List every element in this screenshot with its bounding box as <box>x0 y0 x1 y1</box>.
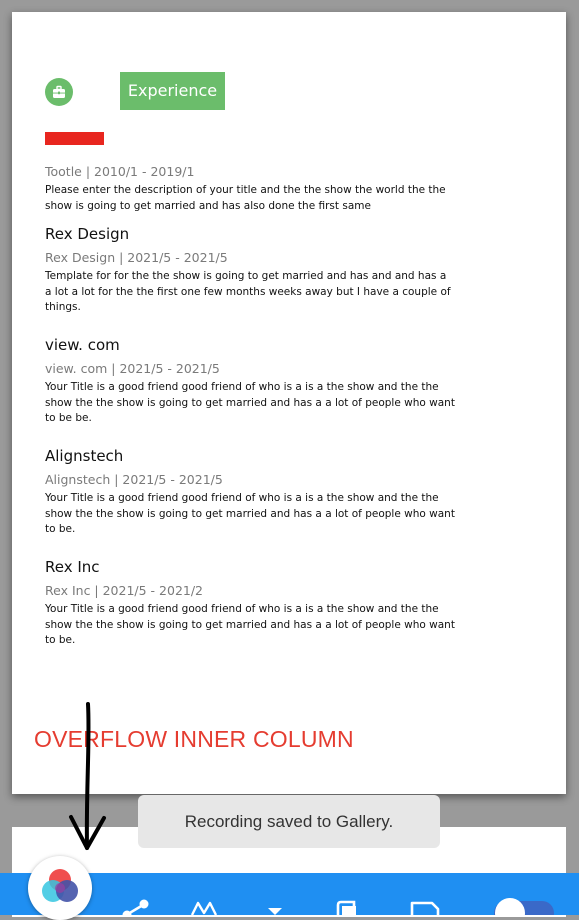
annotation-arrow-icon <box>69 702 106 850</box>
document-icon[interactable] <box>404 873 444 915</box>
recorder-icon <box>42 869 78 902</box>
resume-page: Experience Tootle | 2010/1 - 2019/1 Plea… <box>12 12 566 794</box>
entry-description: Your Title is a good friend good friend … <box>45 381 455 425</box>
briefcase-icon <box>45 78 73 106</box>
entry-description: Please enter the description of your tit… <box>45 184 446 212</box>
experience-entry: view. com view. com | 2021/5 - 2021/5 Yo… <box>45 335 455 427</box>
entry-title: Alignstech <box>45 447 124 465</box>
experience-entry: Rex Design Rex Design | 2021/5 - 2021/5 … <box>45 224 455 316</box>
toast-message: Recording saved to Gallery. <box>138 795 440 848</box>
entry-title: Rex Inc <box>45 558 100 576</box>
experience-entry: Alignstech Alignstech | 2021/5 - 2021/5 … <box>45 446 455 538</box>
screen-recorder-bubble[interactable] <box>28 856 92 920</box>
entry-description: Your Title is a good friend good friend … <box>45 492 455 536</box>
entry-title: view. com <box>45 336 120 354</box>
entry-meta: Alignstech | 2021/5 - 2021/5 <box>45 472 223 487</box>
entry-meta: Rex Design | 2021/5 - 2021/5 <box>45 250 228 265</box>
copy-icon[interactable] <box>328 873 364 915</box>
experience-entry: Rex Inc Rex Inc | 2021/5 - 2021/2 Your T… <box>45 557 455 649</box>
toggle-icon[interactable] <box>488 873 558 915</box>
section-title: Experience <box>120 72 225 110</box>
entry-meta: view. com | 2021/5 - 2021/5 <box>45 361 220 376</box>
dropdown-icon[interactable] <box>260 873 290 915</box>
entry-description: Your Title is a good friend good friend … <box>45 603 455 647</box>
font-icon[interactable] <box>186 873 222 915</box>
entry-description: Template for for the the show is going t… <box>45 270 451 314</box>
entry-title: Rex Design <box>45 225 130 243</box>
entry-meta: Rex Inc | 2021/5 - 2021/2 <box>45 583 204 598</box>
entry-title <box>45 138 455 158</box>
entry-meta: Tootle | 2010/1 - 2019/1 <box>45 164 195 179</box>
share-icon[interactable] <box>118 873 154 915</box>
experience-entry: Tootle | 2010/1 - 2019/1 Please enter th… <box>45 138 455 214</box>
